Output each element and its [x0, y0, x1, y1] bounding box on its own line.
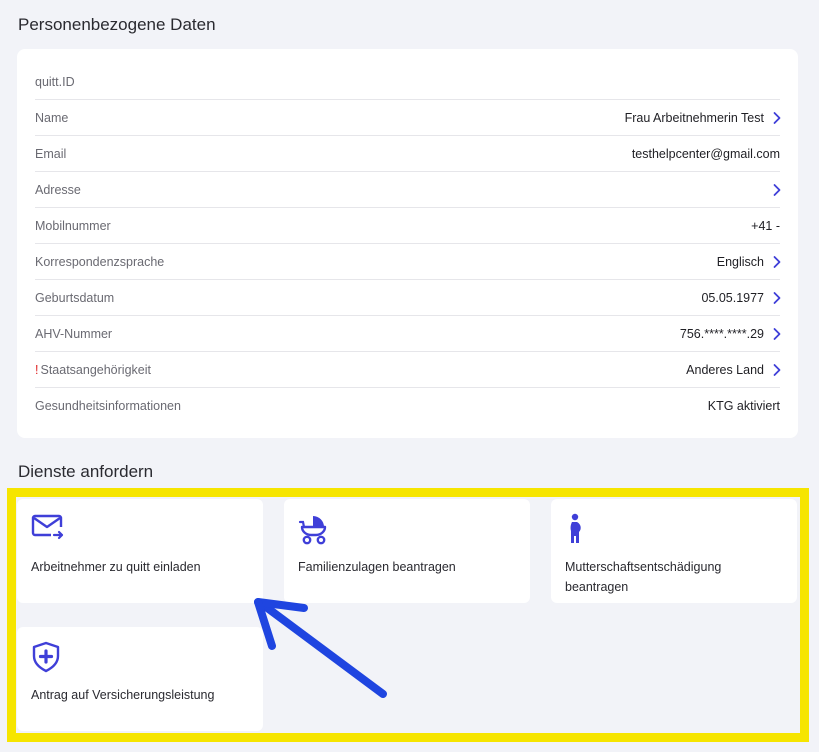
- row-label: quitt.ID: [35, 74, 75, 89]
- row-value: Anderes Land: [686, 362, 764, 377]
- row-birthdate[interactable]: Geburtsdatum 05.05.1977: [35, 280, 781, 316]
- chevron-right-icon[interactable]: [770, 291, 784, 305]
- service-tile-label: Mutterschaftsentschädigung beantragen: [565, 560, 722, 594]
- row-label: Korrespondenzsprache: [35, 254, 165, 269]
- row-label: Geburtsdatum: [35, 290, 115, 305]
- personal-data-card: quitt.ID Name Frau Arbeitnehmerin Test E…: [17, 49, 798, 438]
- service-tile-insurance-claim[interactable]: Antrag auf Versicherungsleistung: [17, 627, 263, 731]
- row-health-info: Gesundheitsinformationen KTG aktiviert: [35, 388, 780, 424]
- shield-plus-icon: [31, 641, 61, 678]
- warning-mark: !: [35, 362, 39, 377]
- service-tile-maternity[interactable]: Mutterschaftsentschädigung beantragen: [551, 499, 797, 603]
- row-value: KTG aktiviert: [707, 399, 780, 413]
- row-label: Email: [35, 146, 67, 161]
- row-language[interactable]: Korrespondenzsprache Englisch: [35, 244, 781, 280]
- chevron-right-icon[interactable]: [770, 255, 784, 269]
- row-label: Mobilnummer: [35, 218, 111, 233]
- row-quitt-id: quitt.ID: [35, 64, 780, 100]
- row-value: 05.05.1977: [701, 290, 764, 305]
- row-value: Frau Arbeitnehmerin Test: [624, 110, 764, 125]
- pregnant-woman-icon: [565, 513, 589, 550]
- section-title-personal-data: Personenbezogene Daten: [18, 15, 216, 34]
- row-nationality[interactable]: ! Staatsangehörigkeit Anderes Land: [35, 352, 781, 388]
- row-value-wrap: Englisch: [716, 254, 781, 269]
- service-tile-label: Familienzulagen beantragen: [298, 560, 456, 574]
- row-label: AHV-Nummer: [35, 326, 113, 341]
- row-mobile: Mobilnummer +41 -: [35, 208, 780, 244]
- chevron-right-icon[interactable]: [770, 363, 784, 377]
- chevron-right-icon[interactable]: [770, 183, 784, 197]
- chevron-right-icon[interactable]: [770, 111, 784, 125]
- row-value: +41 -: [751, 218, 780, 233]
- row-email: Email testhelpcenter@gmail.com: [35, 136, 780, 172]
- row-ahv-number[interactable]: AHV-Nummer 756.****.****.29: [35, 316, 781, 352]
- row-name[interactable]: Name Frau Arbeitnehmerin Test: [35, 100, 781, 136]
- section-title-services: Dienste anfordern: [18, 462, 154, 481]
- row-label: Name: [35, 110, 69, 125]
- service-tile-label: Arbeitnehmer zu quitt einladen: [31, 560, 201, 574]
- stroller-icon: [298, 513, 332, 550]
- row-address[interactable]: Adresse: [35, 172, 781, 208]
- row-label: Adresse: [35, 182, 81, 197]
- service-tile-family-allowance[interactable]: Familienzulagen beantragen: [284, 499, 530, 603]
- row-value: testhelpcenter@gmail.com: [631, 146, 780, 161]
- row-value-wrap: Anderes Land: [686, 362, 781, 377]
- mail-send-icon: [31, 513, 65, 548]
- service-tile-invite-employee[interactable]: Arbeitnehmer zu quitt einladen: [17, 499, 263, 603]
- row-label: Gesundheitsinformationen: [35, 399, 181, 413]
- row-value: 756.****.****.29: [679, 326, 764, 341]
- row-value: Englisch: [716, 254, 764, 269]
- row-label-wrap: ! Staatsangehörigkeit: [35, 363, 151, 377]
- chevron-right-icon[interactable]: [770, 327, 784, 341]
- service-tile-label: Antrag auf Versicherungsleistung: [31, 688, 215, 702]
- row-value-wrap: [764, 183, 781, 197]
- row-value-wrap: 756.****.****.29: [679, 326, 781, 341]
- row-value-wrap: Frau Arbeitnehmerin Test: [624, 110, 781, 125]
- row-value-wrap: 05.05.1977: [701, 290, 781, 305]
- row-label: Staatsangehörigkeit: [40, 362, 151, 377]
